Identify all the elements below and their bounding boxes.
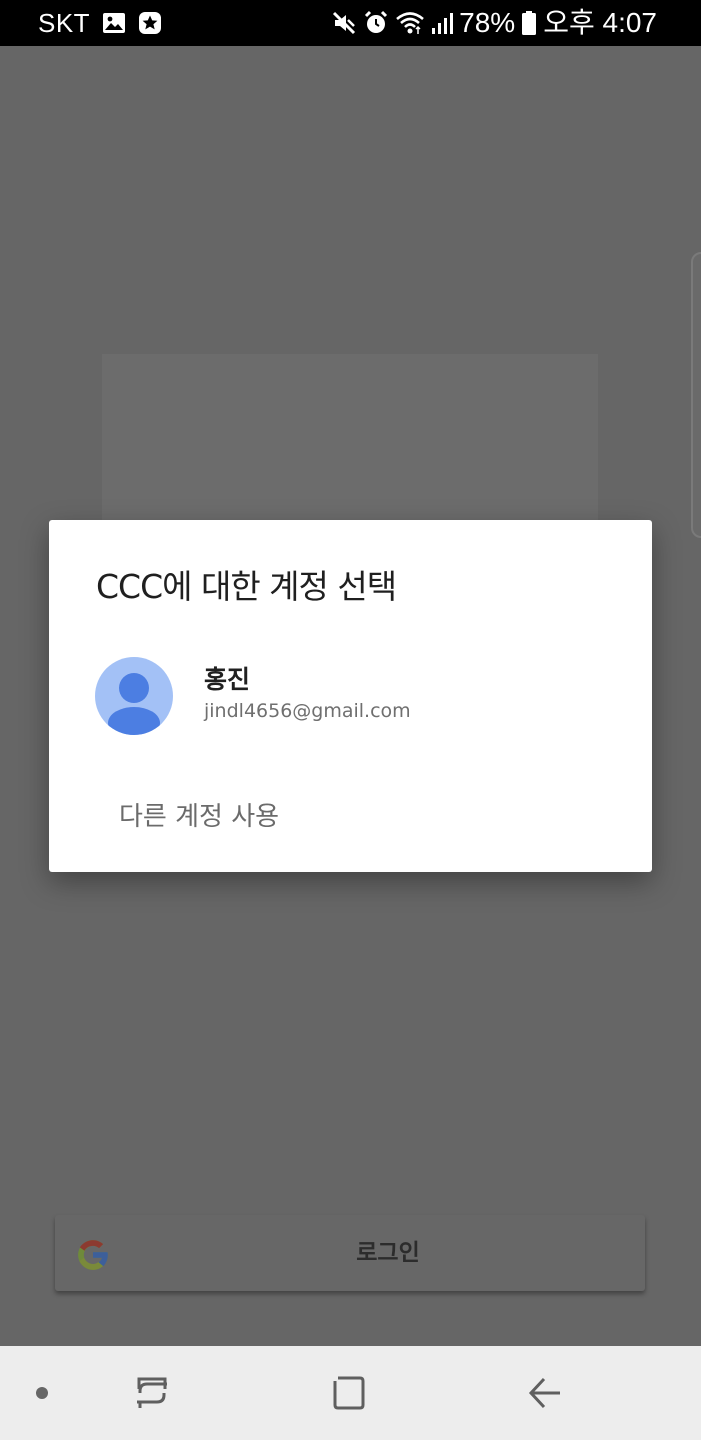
carrier-label: SKT bbox=[38, 8, 91, 38]
account-list-item[interactable]: 홍진 jindl4656@gmail.com bbox=[49, 644, 652, 748]
avatar bbox=[95, 657, 173, 735]
status-bar-left: SKT bbox=[38, 0, 162, 46]
edge-panel-handle[interactable] bbox=[691, 252, 701, 538]
account-chooser-dialog: CCC에 대한 계정 선택 홍진 jindl4656@gmail.com 다른 … bbox=[49, 520, 652, 872]
signal-icon bbox=[431, 11, 454, 35]
use-another-account-button[interactable]: 다른 계정 사용 bbox=[119, 796, 279, 833]
account-email: jindl4656@gmail.com bbox=[204, 700, 411, 722]
status-bar-right: 78% 오후 4:07 bbox=[331, 0, 657, 46]
image-icon bbox=[102, 12, 126, 34]
clock: 오후 4:07 bbox=[543, 7, 657, 38]
notification-badge-icon bbox=[138, 11, 162, 35]
alarm-icon bbox=[363, 10, 389, 36]
dot-icon[interactable] bbox=[22, 1346, 62, 1440]
recent-apps-icon[interactable] bbox=[112, 1346, 192, 1440]
mute-icon bbox=[331, 10, 357, 36]
wifi-icon bbox=[395, 10, 425, 36]
home-icon[interactable] bbox=[308, 1346, 388, 1440]
dialog-title: CCC에 대한 계정 선택 bbox=[96, 567, 397, 606]
battery-percent: 78% bbox=[459, 7, 516, 38]
battery-icon bbox=[521, 10, 537, 36]
background-content-card bbox=[102, 354, 598, 524]
account-name: 홍진 bbox=[204, 665, 251, 694]
back-icon[interactable] bbox=[505, 1346, 585, 1440]
sign-in-label: 로그인 bbox=[356, 1240, 420, 1266]
status-bar: SKT 78% 오후 4:07 bbox=[0, 0, 701, 46]
navigation-bar bbox=[0, 1346, 701, 1440]
